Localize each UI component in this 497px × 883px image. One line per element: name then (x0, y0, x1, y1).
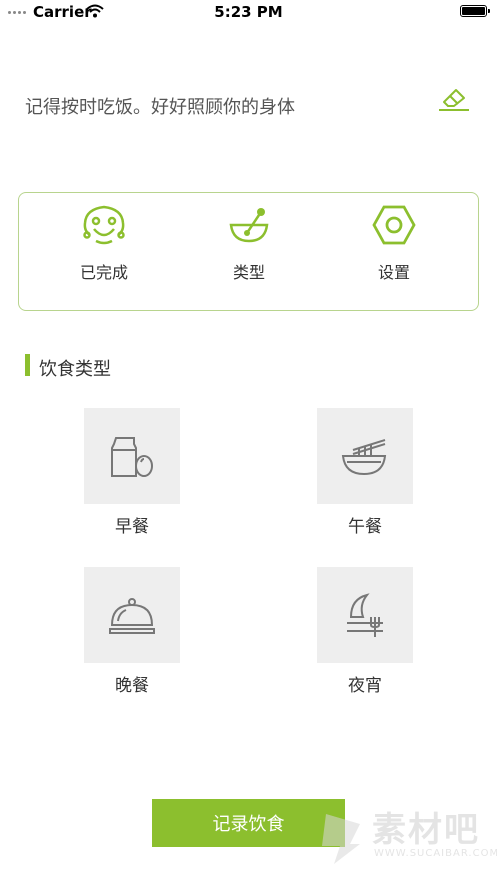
motto-text: 记得按时吃饭。好好照顾你的身体 (25, 97, 295, 118)
settings-label: 设置 (377, 263, 410, 282)
lunch-label: 午餐 (348, 517, 382, 537)
status-time: 5:23 PM (214, 3, 283, 21)
watermark-logo-icon (322, 814, 360, 864)
bottle-egg-icon (111, 437, 153, 477)
battery-icon (460, 5, 490, 17)
late-night-label: 夜宵 (348, 676, 382, 696)
moon-fork-icon (347, 593, 383, 637)
lunch-tile[interactable] (317, 408, 413, 504)
hex-nut-icon (372, 205, 416, 245)
completed-button[interactable]: 已完成 (54, 193, 154, 310)
late-night-tile[interactable] (317, 567, 413, 663)
shortcut-card: 已完成 类型 设置 (18, 192, 479, 311)
dinner-label: 晚餐 (115, 676, 149, 696)
watermark: 素材吧 WWW.SUCAIBAR.COM (312, 800, 497, 870)
bowl-spoon-icon (229, 208, 269, 243)
settings-button[interactable]: 设置 (344, 193, 444, 310)
cloche-icon (109, 598, 155, 634)
section-accent-bar (25, 354, 30, 376)
completed-label: 已完成 (79, 263, 128, 282)
breakfast-label: 早餐 (115, 517, 149, 537)
breakfast-tile[interactable] (84, 408, 180, 504)
watermark-text: 素材吧 (372, 810, 480, 850)
type-button[interactable]: 类型 (199, 193, 299, 310)
eraser-icon[interactable] (436, 84, 472, 114)
type-label: 类型 (232, 263, 265, 282)
section-title: 饮食类型 (39, 359, 111, 380)
dinner-tile[interactable] (84, 567, 180, 663)
smiley-icon (83, 205, 125, 245)
watermark-url: WWW.SUCAIBAR.COM (374, 848, 497, 859)
status-bar: Carrier 5:23 PM (0, 0, 497, 24)
noodle-bowl-icon (341, 439, 387, 476)
